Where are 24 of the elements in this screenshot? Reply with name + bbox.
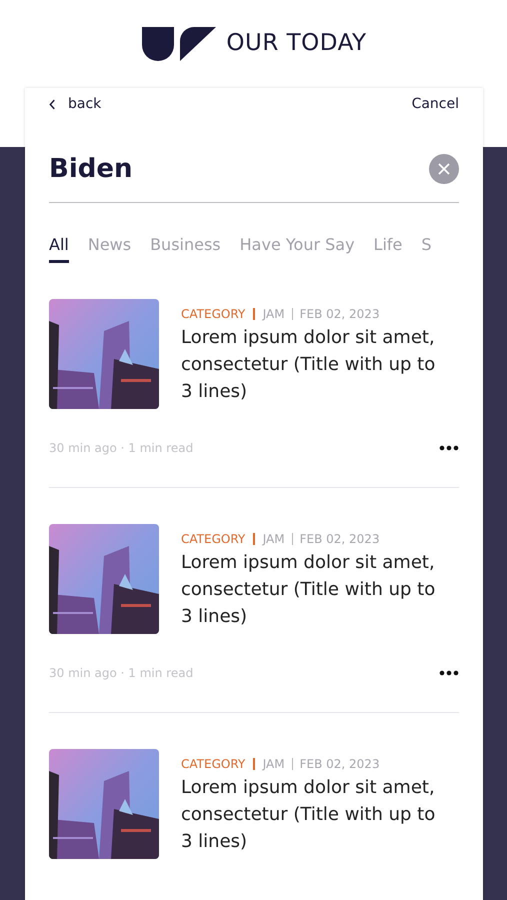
article-meta: 30 min ago · 1 min read xyxy=(49,441,194,455)
section-label: JAM xyxy=(262,757,285,771)
chevron-icon xyxy=(49,98,56,110)
article-title[interactable]: Lorem ipsum dolor sit amet, consectetur (Title with up to 3 lines) xyxy=(181,774,447,855)
date-label: FEB 02, 2023 xyxy=(300,757,380,771)
article-title[interactable]: Lorem ipsum dolor sit amet, consectetur (Title with up to 3 lines) xyxy=(181,549,447,630)
cancel-button[interactable]: Cancel xyxy=(412,96,459,112)
category-tab[interactable]: All xyxy=(49,235,69,263)
more-icon[interactable] xyxy=(439,670,459,676)
article-title[interactable]: Lorem ipsum dolor sit amet, consectetur (Title with up to 3 lines) xyxy=(181,324,447,405)
section-label: JAM xyxy=(262,307,285,321)
article-meta: 30 min ago · 1 min read xyxy=(49,666,194,680)
category-label: CATEGORY xyxy=(181,757,246,771)
date-label: FEB 02, 2023 xyxy=(300,307,380,321)
category-label: CATEGORY xyxy=(181,307,246,321)
more-icon[interactable] xyxy=(439,445,459,451)
clear-icon[interactable] xyxy=(429,154,459,184)
date-label: FEB 02, 2023 xyxy=(300,532,380,546)
section-label: JAM xyxy=(262,532,285,546)
logo-icon xyxy=(140,25,216,61)
category-label: CATEGORY xyxy=(181,532,246,546)
search-field[interactable]: Biden xyxy=(49,154,429,184)
back-button[interactable]: back xyxy=(49,96,102,112)
brand-name: OUR TODAY xyxy=(226,30,367,56)
